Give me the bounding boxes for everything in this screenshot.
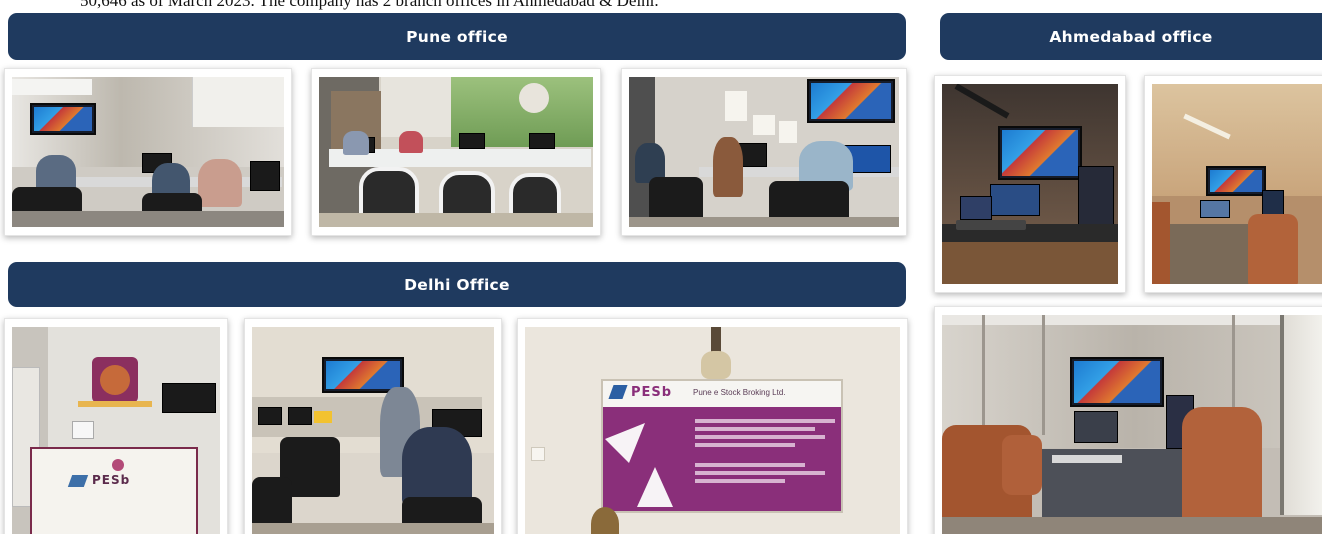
delhi-photo-2-image [252,327,494,534]
delhi-board-logo: PESb [631,385,673,400]
pune-office-title: Pune office [406,27,508,46]
cutoff-paragraph-text: 50,646 as of March 2023. The company has… [80,0,659,10]
pune-photo-2 [311,68,601,236]
pune-photo-1 [4,68,292,236]
delhi-photo-1-image: PESb [12,327,220,534]
delhi-office-banner: Delhi Office [8,262,906,307]
delhi-photo-3: PESb Pune e Stock Broking Ltd. [517,318,908,534]
pune-photo-1-image [12,77,284,227]
delhi-board-company-name: Pune e Stock Broking Ltd. [693,388,786,397]
pune-photo-3-image [629,77,899,227]
pune-photo-3 [621,68,907,236]
ahmedabad-photo-3 [934,306,1322,534]
ahmedabad-office-title: Ahmedabad office [1049,27,1213,46]
pune-office-banner: Pune office [8,13,906,60]
ahmedabad-photo-2-image [1152,84,1322,284]
ahmedabad-photo-1 [934,75,1126,293]
delhi-photo-2 [244,318,502,534]
ahmedabad-photo-1-image [942,84,1118,284]
delhi-reception-logo: PESb [92,473,131,487]
ahmedabad-photo-3-image [942,315,1322,534]
delhi-office-title: Delhi Office [404,275,510,294]
delhi-photo-1: PESb [4,318,228,534]
pune-photo-2-image [319,77,593,227]
ahmedabad-photo-2 [1144,75,1322,293]
delhi-photo-3-image: PESb Pune e Stock Broking Ltd. [525,327,900,534]
ahmedabad-office-banner: Ahmedabad office [940,13,1322,60]
